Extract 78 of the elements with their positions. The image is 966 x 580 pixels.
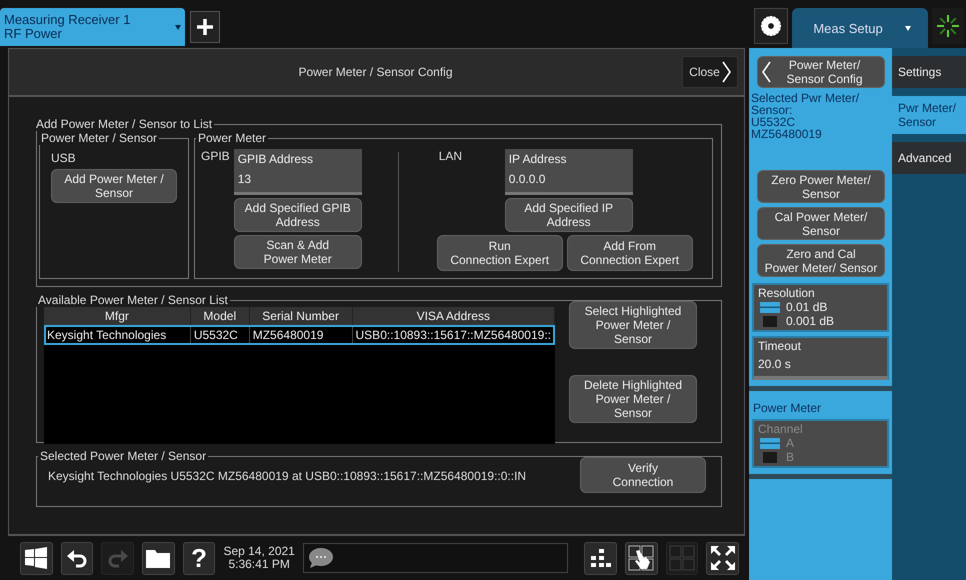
chat-bubble-icon	[308, 547, 334, 570]
settings-icon	[761, 16, 781, 36]
plus-icon	[197, 18, 213, 36]
undo-button[interactable]	[60, 542, 94, 575]
usb-label: USB	[51, 151, 76, 165]
close-button[interactable]: Close	[682, 56, 738, 88]
undo-icon	[66, 547, 88, 570]
action-button[interactable]: Zero Power Meter/ Sensor	[757, 170, 885, 203]
group-label: Power Meter / Sensor	[40, 131, 158, 145]
option-label: B	[786, 451, 794, 464]
resolution-selector[interactable]: Resolution 0.01 dB 0.001 dB	[752, 283, 889, 332]
hand-icon	[628, 545, 654, 572]
fullscreen-icon	[710, 546, 735, 570]
hand-button[interactable]	[624, 542, 658, 575]
caret-icon	[904, 25, 911, 31]
chevron-right-icon	[722, 61, 731, 83]
table-cell: U5532C	[190, 325, 250, 345]
action-button[interactable]: Add Specified IP Address	[504, 198, 633, 232]
action-button[interactable]: Select Highlighted Power Meter / Sensor	[569, 301, 697, 349]
measurement-tab[interactable]: Measuring Receiver 1 RF Power	[0, 8, 185, 46]
action-button[interactable]: Scan & Add Power Meter	[234, 235, 362, 269]
selected-sensor-info: Selected Pwr Meter/ Sensor: U5532C MZ56480019	[750, 92, 860, 143]
option-label: A	[786, 437, 794, 450]
column-header: VISA Address	[352, 307, 554, 325]
lan-label: LAN	[438, 149, 464, 165]
action-button[interactable]: Cal Power Meter/ Sensor	[757, 207, 885, 240]
option-label: 0.001 dB	[786, 315, 834, 328]
option-label: 0.01 dB	[786, 301, 828, 314]
ip-address-field[interactable]: IP Address 0.0.0.0	[504, 149, 633, 195]
tree-button[interactable]	[584, 542, 617, 575]
table-cell: Keysight Technologies	[44, 325, 190, 345]
fullscreen-button[interactable]	[706, 542, 739, 575]
group-label: Channel	[758, 423, 804, 436]
chevron-left-icon	[762, 61, 771, 83]
radio-indicator[interactable]	[763, 316, 777, 327]
tree-icon	[590, 548, 612, 568]
timeout-field[interactable]: Timeout 20.0 s	[752, 336, 889, 380]
help-button[interactable]: ?	[182, 542, 216, 575]
meas-setup-tab[interactable]: Meas Setup	[792, 8, 928, 48]
table-cell: USB0::10893::15617::MZ56480019::	[352, 325, 554, 345]
action-button[interactable]: Add Specified GPIB Address	[234, 198, 362, 232]
side-tab[interactable]: Settings	[892, 56, 966, 88]
folder-icon	[146, 548, 170, 568]
back-button[interactable]: Power Meter/ Sensor Config	[757, 56, 885, 88]
column-header: Model	[190, 307, 250, 325]
group-label: Power Meter	[197, 131, 268, 145]
gpib-address-field[interactable]: GPIB Address 13	[234, 149, 362, 195]
selected-sensor-text: Keysight Technologies U5532C MZ56480019 at USB0::10893::15617::MZ56480019::0::IN	[48, 469, 528, 483]
table-cell: MZ56480019	[249, 325, 352, 345]
action-button[interactable]: Add Power Meter / Sensor	[51, 169, 177, 203]
action-button[interactable]: Verify Connection	[580, 457, 706, 493]
dialog-title: Power Meter / Sensor Config	[297, 65, 454, 79]
column-header: Mfgr	[44, 307, 190, 325]
list-row[interactable]: Keysight Technologies U5532C MZ56480019 USB0::10893::15617::MZ56480019::	[44, 325, 554, 345]
group-label: Add Power Meter / Sensor to List	[35, 117, 214, 131]
action-button[interactable]: Run Connection Expert	[436, 235, 563, 271]
folder-button[interactable]	[142, 542, 175, 575]
windows-button[interactable]	[20, 542, 53, 575]
radio-indicator[interactable]	[760, 302, 780, 313]
group-label: Resolution	[758, 287, 816, 300]
side-tab[interactable]: Advanced	[892, 142, 966, 174]
action-button[interactable]: Zero and Cal Power Meter/ Sensor	[757, 244, 885, 277]
side-tab[interactable]: Pwr Meter/ Sensor	[892, 96, 966, 134]
action-button[interactable]: Delete Highlighted Power Meter / Sensor	[569, 375, 697, 423]
column-header: Serial Number	[249, 307, 352, 325]
redo-icon	[106, 547, 129, 570]
settings-button[interactable]	[754, 8, 788, 44]
group-label: Selected Power Meter / Sensor	[39, 449, 208, 463]
action-button[interactable]: Add From Connection Expert	[566, 235, 693, 271]
gpib-label: GPIB	[201, 149, 230, 165]
windows-icon	[25, 547, 48, 570]
group-label: Available Power Meter / Sensor List	[37, 293, 229, 307]
caret-icon	[175, 24, 181, 30]
add-tab-button[interactable]	[190, 11, 220, 43]
section-heading: Power Meter	[752, 400, 822, 415]
busy-spinner-icon	[936, 14, 960, 38]
date-time: Sep 14, 2021 5:36:41 PM	[223, 545, 295, 572]
grid-icon	[668, 545, 695, 572]
